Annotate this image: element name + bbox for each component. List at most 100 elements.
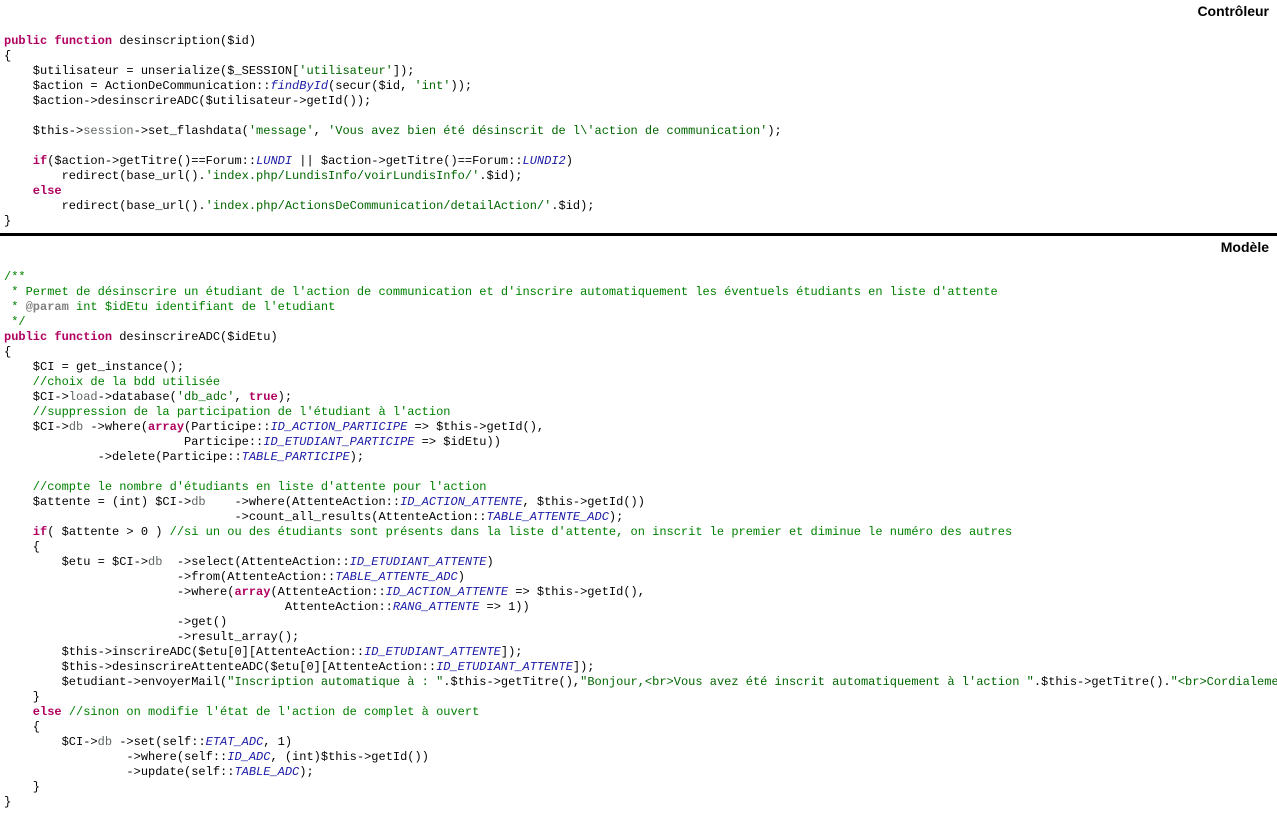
code: ); [278, 390, 292, 404]
brace: { [4, 720, 40, 734]
code: $this-> [4, 124, 83, 138]
kw-public: public [4, 330, 47, 344]
code: ->database( [98, 390, 177, 404]
static: ID_ETUDIANT_ATTENTE [364, 645, 501, 659]
code: , (int)$this->getId()) [270, 750, 428, 764]
code: || $action->getTitre()==Forum:: [292, 154, 522, 168]
str: "Inscription automatique à : " [227, 675, 443, 689]
model-code-block: Modèle /** * Permet de désinscrire un ét… [0, 236, 1277, 814]
static: ID_ACTION_ATTENTE [386, 585, 508, 599]
comment: //sinon on modifie l'état de l'action de… [69, 705, 479, 719]
code: => $idEtu)) [414, 435, 500, 449]
code: .$this->getTitre(), [443, 675, 580, 689]
code: $this->inscrireADC($etu[0][AttenteAction… [4, 645, 364, 659]
kw-if: if [4, 154, 47, 168]
str: 'int' [414, 79, 450, 93]
controller-label: Contrôleur [1197, 4, 1269, 19]
code: ($action->getTitre()==Forum:: [47, 154, 256, 168]
code: $CI-> [4, 420, 69, 434]
attr: session [83, 124, 133, 138]
code: , $this->getId()) [523, 495, 645, 509]
comment: * Permet de désinscrire un étudiant de l… [4, 285, 998, 299]
attr: db [98, 735, 112, 749]
code: $CI = get_instance(); [4, 360, 184, 374]
static: RANG_ATTENTE [393, 600, 479, 614]
code: ->from(AttenteAction:: [4, 570, 335, 584]
code: (Participe:: [184, 420, 270, 434]
code: ->delete(Participe:: [4, 450, 242, 464]
code: ->set(self:: [112, 735, 206, 749]
kw-if: if [4, 525, 47, 539]
code: $action = ActionDeCommunication:: [4, 79, 270, 93]
controller-code-block: Contrôleur public function desinscriptio… [0, 0, 1277, 233]
code: AttenteAction:: [4, 600, 393, 614]
code: ->where( [4, 585, 234, 599]
code: ->get() [4, 615, 227, 629]
code: $CI-> [4, 390, 69, 404]
code: => 1)) [479, 600, 529, 614]
code: $attente = (int) $CI-> [4, 495, 191, 509]
code: ->where(AttenteAction:: [206, 495, 400, 509]
comment: /** [4, 270, 26, 284]
code: $etudiant->envoyerMail( [4, 675, 227, 689]
code: $this->desinscrireAttenteADC($etu[0][Att… [4, 660, 436, 674]
static: LUNDI2 [523, 154, 566, 168]
fn-sig: desinscrireADC($idEtu) [112, 330, 278, 344]
code: , [234, 390, 248, 404]
code: ) [458, 570, 465, 584]
code: ); [609, 510, 623, 524]
static: TABLE_ATTENTE_ADC [335, 570, 457, 584]
comment: //suppression de la participation de l'é… [4, 405, 450, 419]
code: .$id); [479, 169, 522, 183]
attr: load [69, 390, 98, 404]
code: ); [350, 450, 364, 464]
code: ( $attente > 0 ) [47, 525, 169, 539]
code: $action->desinscrireADC($utilisateur->ge… [4, 94, 371, 108]
code: ->where(self:: [4, 750, 227, 764]
kw-else: else [4, 184, 62, 198]
str: 'utilisateur' [299, 64, 393, 78]
code: ]); [393, 64, 415, 78]
kw-array: array [234, 585, 270, 599]
static: ID_ACTION_ATTENTE [400, 495, 522, 509]
code: ) [487, 555, 494, 569]
code: (AttenteAction:: [270, 585, 385, 599]
comment: */ [4, 315, 26, 329]
attr: db [148, 555, 162, 569]
str: "<br>Cordialement" [1171, 675, 1277, 689]
code: ]); [501, 645, 523, 659]
comment: //compte le nombre d'étudiants en liste … [4, 480, 486, 494]
code: , [314, 124, 328, 138]
static: LUNDI [256, 154, 292, 168]
str: 'message' [249, 124, 314, 138]
attr: db [191, 495, 205, 509]
static: ID_ACTION_PARTICIPE [270, 420, 407, 434]
code: ->result_array(); [4, 630, 299, 644]
static: ID_ETUDIANT_PARTICIPE [263, 435, 414, 449]
code: ->update(self:: [4, 765, 234, 779]
static: ID_ETUDIANT_ATTENTE [350, 555, 487, 569]
code: .$id); [551, 199, 594, 213]
code: $CI-> [4, 735, 98, 749]
static: TABLE_PARTICIPE [242, 450, 350, 464]
kw-array: array [148, 420, 184, 434]
param-tag: @param [26, 300, 69, 314]
static: findById [270, 79, 328, 93]
comment: //si un ou des étudiants sont présents d… [170, 525, 1013, 539]
static: TABLE_ADC [234, 765, 299, 779]
str: 'index.php/LundisInfo/voirLundisInfo/' [206, 169, 480, 183]
code: ]); [573, 660, 595, 674]
kw-function: function [47, 34, 112, 48]
static: ID_ETUDIANT_ATTENTE [436, 660, 573, 674]
code: Participe:: [4, 435, 263, 449]
str: 'index.php/ActionsDeCommunication/detail… [206, 199, 552, 213]
code [62, 705, 69, 719]
kw-true: true [249, 390, 278, 404]
code: ->select(AttenteAction:: [162, 555, 349, 569]
code: )); [451, 79, 473, 93]
code: .$this->getTitre(). [1034, 675, 1171, 689]
str: 'db_adc' [177, 390, 235, 404]
brace: } [4, 780, 40, 794]
brace: } [4, 690, 40, 704]
code: ) [566, 154, 573, 168]
